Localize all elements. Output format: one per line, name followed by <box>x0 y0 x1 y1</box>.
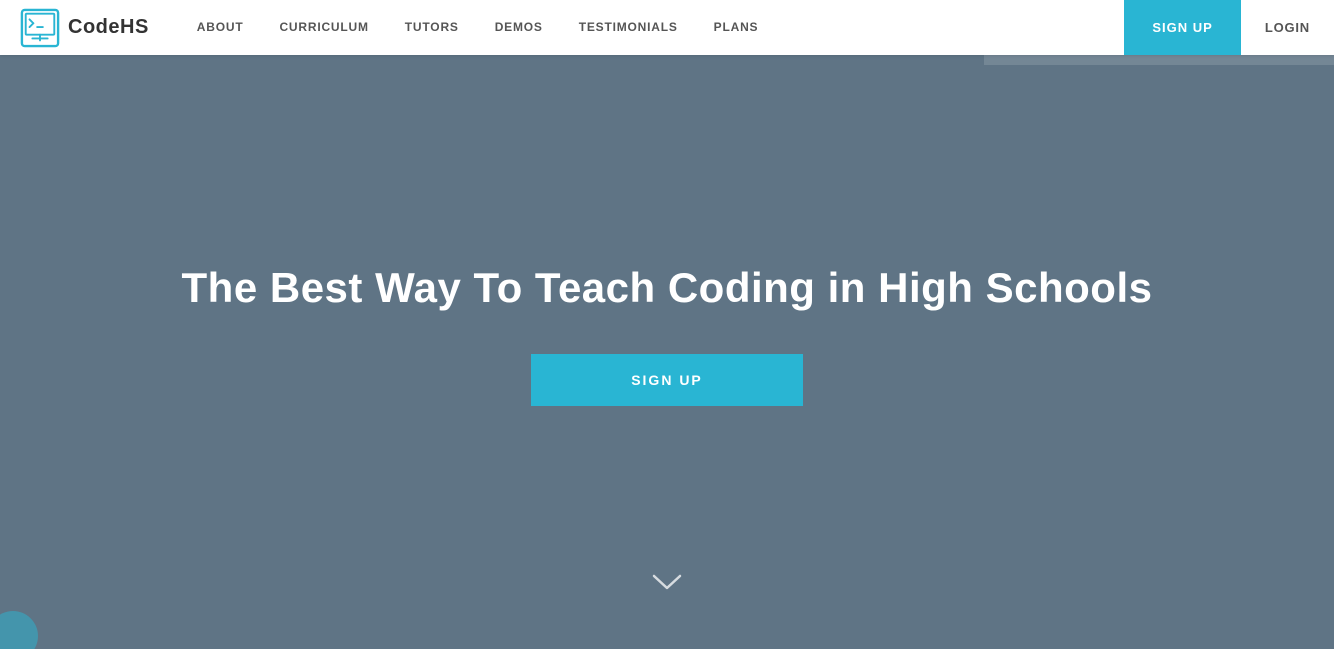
hero-signup-button[interactable]: SIGN UP <box>531 354 803 406</box>
nav-item-curriculum[interactable]: CURRICULUM <box>261 0 386 55</box>
nav-login-button[interactable]: LOGIN <box>1241 0 1334 55</box>
nav-link-testimonials[interactable]: TESTIMONIALS <box>561 0 696 55</box>
nav-link-about[interactable]: ABOUT <box>179 0 262 55</box>
hero-section: The Best Way To Teach Coding in High Sch… <box>0 0 1334 649</box>
hero-chevron-down[interactable] <box>652 571 682 599</box>
navbar: CodeHS ABOUT CURRICULUM TUTORS DEMOS TES… <box>0 0 1334 55</box>
nav-item-plans[interactable]: PLANS <box>696 0 777 55</box>
nav-item-tutors[interactable]: TUTORS <box>387 0 477 55</box>
nav-link-curriculum[interactable]: CURRICULUM <box>261 0 386 55</box>
navbar-actions: SIGN UP LOGIN <box>1124 0 1334 55</box>
nav-item-demos[interactable]: DEMOS <box>477 0 561 55</box>
nav-item-about[interactable]: ABOUT <box>179 0 262 55</box>
nav-signup-button[interactable]: SIGN UP <box>1124 0 1240 55</box>
hero-content: The Best Way To Teach Coding in High Sch… <box>182 263 1153 405</box>
brand-logo-icon <box>20 8 60 48</box>
nav-links: ABOUT CURRICULUM TUTORS DEMOS TESTIMONIA… <box>179 0 1125 55</box>
nav-link-plans[interactable]: PLANS <box>696 0 777 55</box>
nav-link-demos[interactable]: DEMOS <box>477 0 561 55</box>
hero-title: The Best Way To Teach Coding in High Sch… <box>182 263 1153 313</box>
brand-link[interactable]: CodeHS <box>0 8 169 48</box>
nav-link-tutors[interactable]: TUTORS <box>387 0 477 55</box>
brand-name: CodeHS <box>68 16 149 39</box>
nav-item-testimonials[interactable]: TESTIMONIALS <box>561 0 696 55</box>
